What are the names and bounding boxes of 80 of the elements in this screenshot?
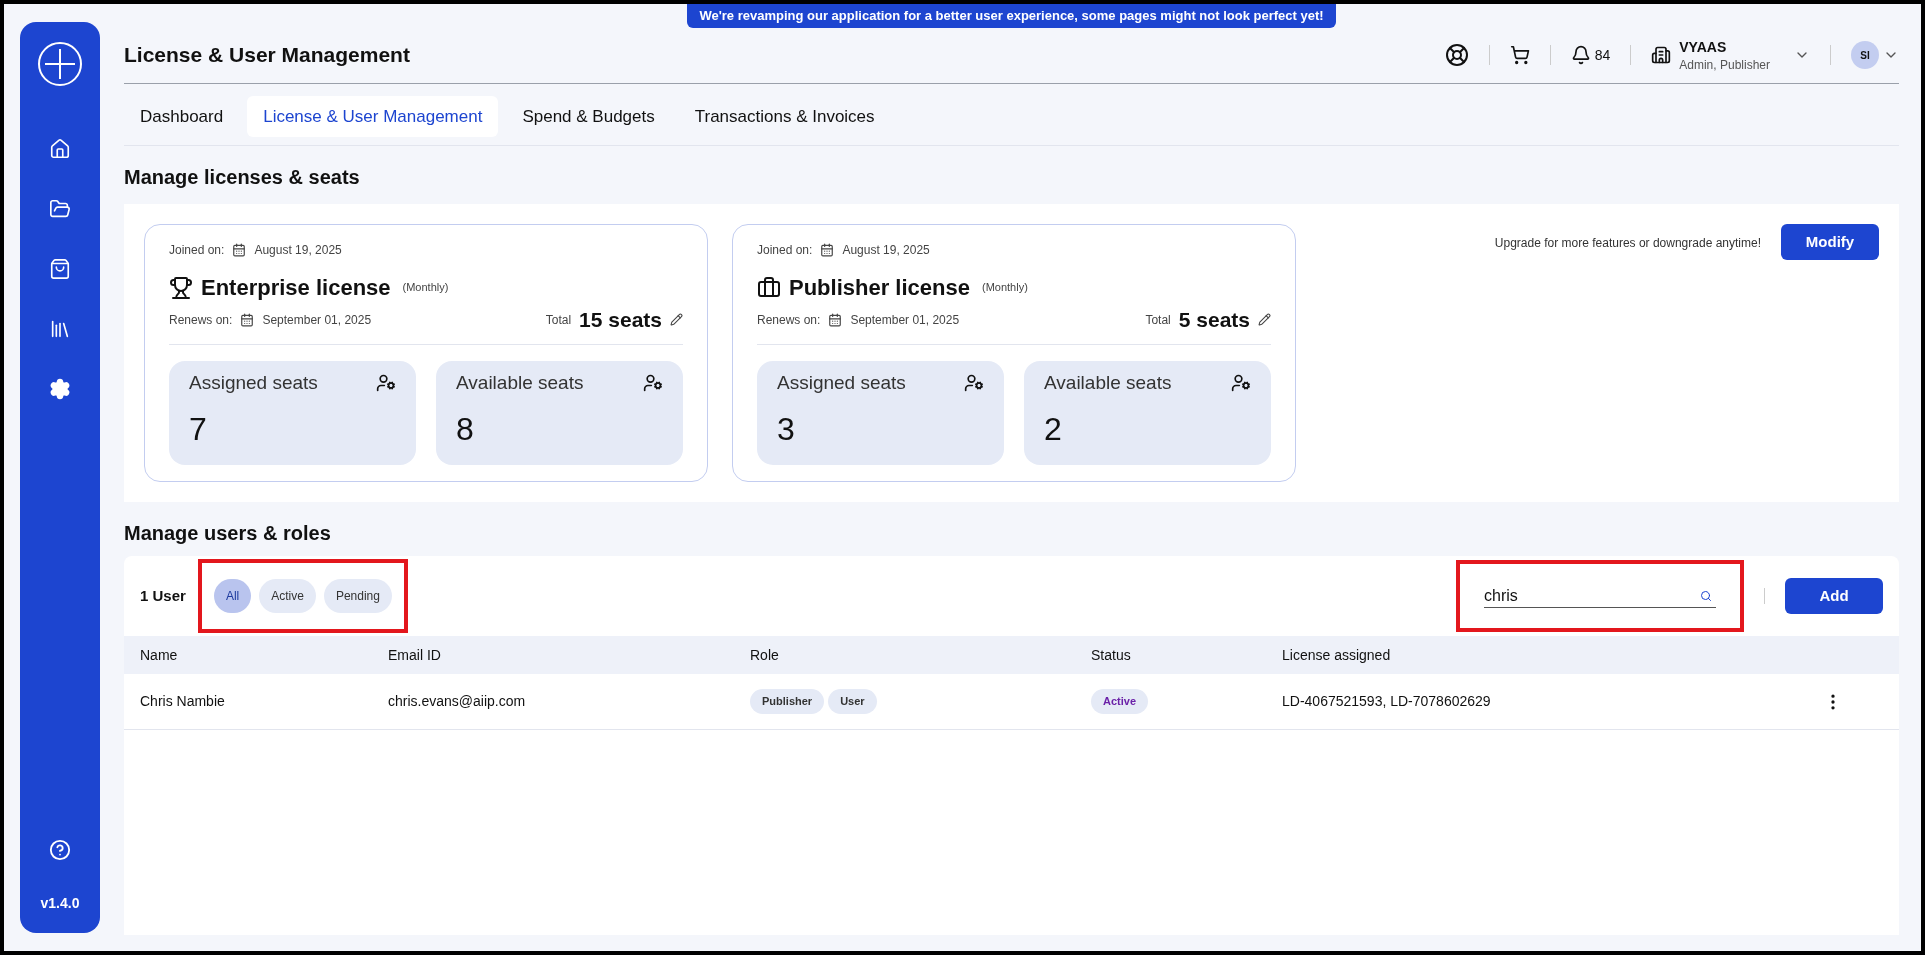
bell-icon[interactable] [1570, 45, 1591, 65]
filter-chip[interactable]: Active [259, 579, 316, 613]
column-header: Name [140, 645, 179, 665]
help-icon[interactable] [49, 839, 71, 861]
tab[interactable]: Transactions & Invoices [678, 95, 891, 137]
edit-icon[interactable] [1258, 313, 1271, 327]
books-icon[interactable] [49, 318, 71, 340]
license-name: Publisher license [789, 274, 970, 302]
column-header: License assigned [1282, 645, 1392, 665]
column-header: Role [750, 645, 780, 665]
user-gear-icon [964, 372, 984, 393]
cart-icon[interactable] [1509, 45, 1530, 65]
notification-count: 84 [1594, 46, 1611, 65]
column-header: Status [1091, 645, 1132, 665]
add-button[interactable]: Add [1785, 578, 1883, 614]
joined-label: Joined on: [757, 242, 813, 259]
table-cell-text: chris.evans@aiip.com [388, 692, 527, 711]
total-label: Total [545, 311, 572, 329]
support-icon[interactable] [1444, 43, 1469, 67]
settings-icon[interactable] [49, 378, 71, 400]
user-gear-icon [1231, 372, 1251, 393]
role-tag: User [828, 689, 877, 714]
license-period: (Monthly) [402, 280, 449, 296]
upgrade-note: Upgrade for more features or downgrade anytime! [1494, 235, 1761, 252]
renews-label: Renews on: [169, 311, 233, 329]
calendar-icon [240, 312, 255, 327]
total-label: Total [1145, 311, 1171, 329]
user-count: 1 User [140, 585, 186, 606]
search-icon[interactable] [1700, 590, 1712, 602]
renews-date: September 01, 2025 [850, 311, 960, 329]
tab[interactable]: Spend & Budgets [506, 95, 671, 137]
role-tag: Publisher [750, 689, 825, 714]
stat-label: Available seats [1044, 370, 1173, 395]
section-title: Manage licenses & seats [124, 165, 361, 190]
calendar-icon [828, 312, 843, 327]
stat-value: 3 [777, 410, 796, 449]
stat-value: 2 [1044, 410, 1063, 449]
stat-value: 8 [456, 410, 475, 449]
stat-label: Assigned seats [777, 370, 907, 395]
avatar[interactable]: SI [1851, 41, 1879, 69]
joined-date: August 19, 2025 [842, 242, 930, 259]
joined-label: Joined on: [169, 242, 225, 259]
calendar-icon [232, 243, 247, 257]
home-icon[interactable] [49, 138, 71, 160]
status-tag: Active [1091, 689, 1149, 714]
announcement-banner: We're revamping our application for a better user experience, some pages might not look perfect yet! [687, 4, 1336, 28]
joined-date: August 19, 2025 [254, 242, 342, 259]
logo-icon[interactable] [38, 42, 82, 86]
tab[interactable]: Dashboard [124, 95, 240, 137]
bag-icon[interactable] [49, 258, 71, 280]
calendar-icon [820, 243, 835, 257]
total-seats: 5 seats [1178, 304, 1250, 336]
table-cell-text: LD-4067521593, LD-7078602629 [1282, 692, 1492, 711]
account-roles: Admin, Publisher [1679, 57, 1770, 73]
edit-icon[interactable] [670, 313, 683, 327]
stat-label: Available seats [456, 370, 585, 395]
version-label: v1.4.0 [40, 894, 80, 913]
building-icon[interactable] [1651, 45, 1672, 65]
briefcase-icon [757, 275, 781, 300]
folder-icon[interactable] [49, 198, 71, 220]
page-title: License & User Management [124, 42, 411, 69]
modify-button[interactable]: Modify [1781, 224, 1879, 260]
table-cell-text: Chris Nambie [140, 692, 226, 711]
license-period: (Monthly) [981, 280, 1028, 296]
account-name: VYAAS [1679, 38, 1728, 57]
user-gear-icon [376, 372, 396, 393]
filter-chip[interactable]: Pending [323, 579, 392, 613]
license-name: Enterprise license [201, 274, 391, 302]
tab[interactable]: License & User Management [247, 95, 499, 137]
section-title: Manage users & roles [124, 521, 332, 546]
renews-label: Renews on: [757, 311, 821, 329]
filter-chip[interactable]: All [213, 579, 252, 613]
stat-label: Assigned seats [189, 370, 319, 395]
total-seats: 15 seats [579, 304, 662, 336]
user-gear-icon [643, 372, 663, 393]
column-header: Email ID [388, 645, 442, 665]
trophy-icon [169, 275, 193, 300]
renews-date: September 01, 2025 [262, 311, 372, 329]
search-field[interactable]: chris [1484, 584, 1716, 608]
stat-value: 7 [189, 410, 208, 449]
